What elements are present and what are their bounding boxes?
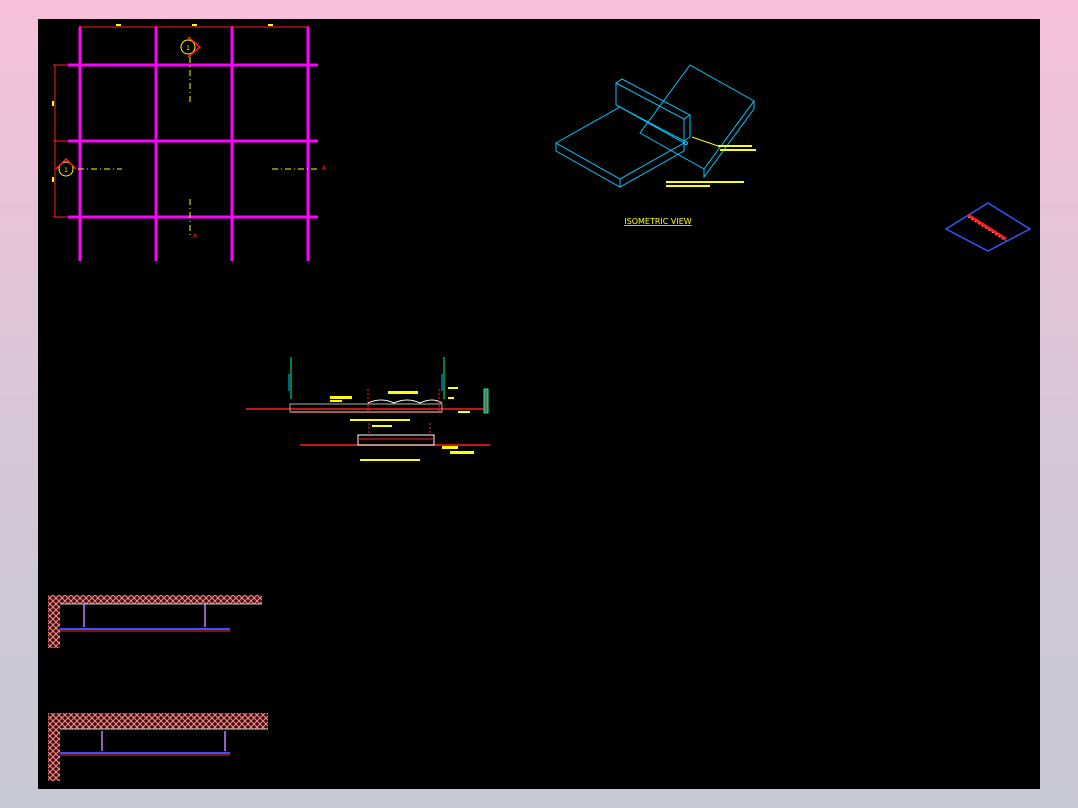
section-detail bbox=[246, 357, 490, 461]
wall-section-lower bbox=[48, 713, 268, 781]
cad-drawing: 1 1 A A ISOMETRIC VIEW bbox=[48, 24, 1032, 781]
grid-bubble-left: 1 bbox=[55, 157, 77, 177]
section-cut-lines bbox=[78, 57, 320, 237]
cad-viewport[interactable]: 1 1 A A ISOMETRIC VIEW bbox=[38, 19, 1040, 789]
isometric-view bbox=[554, 64, 756, 188]
grid-bubble-left-label: 1 bbox=[64, 167, 68, 174]
structural-grid-lines bbox=[68, 27, 318, 261]
isometric-view-title: ISOMETRIC VIEW bbox=[624, 217, 692, 226]
iso-annotation-1 bbox=[718, 145, 752, 147]
grid-plan: 1 1 A A bbox=[52, 24, 327, 261]
grid-bubble-top: 1 bbox=[180, 36, 202, 58]
grid-bubble-top-label: 1 bbox=[186, 45, 190, 52]
section-marker-bottom: A bbox=[193, 233, 198, 240]
wall-section-upper bbox=[48, 595, 262, 648]
iso-annotation-2 bbox=[666, 181, 744, 183]
section-marker-right: A bbox=[322, 165, 327, 172]
mini-iso-detail bbox=[944, 202, 1032, 252]
grid-dimension-left bbox=[52, 64, 68, 218]
grid-dimension-top bbox=[79, 24, 309, 37]
